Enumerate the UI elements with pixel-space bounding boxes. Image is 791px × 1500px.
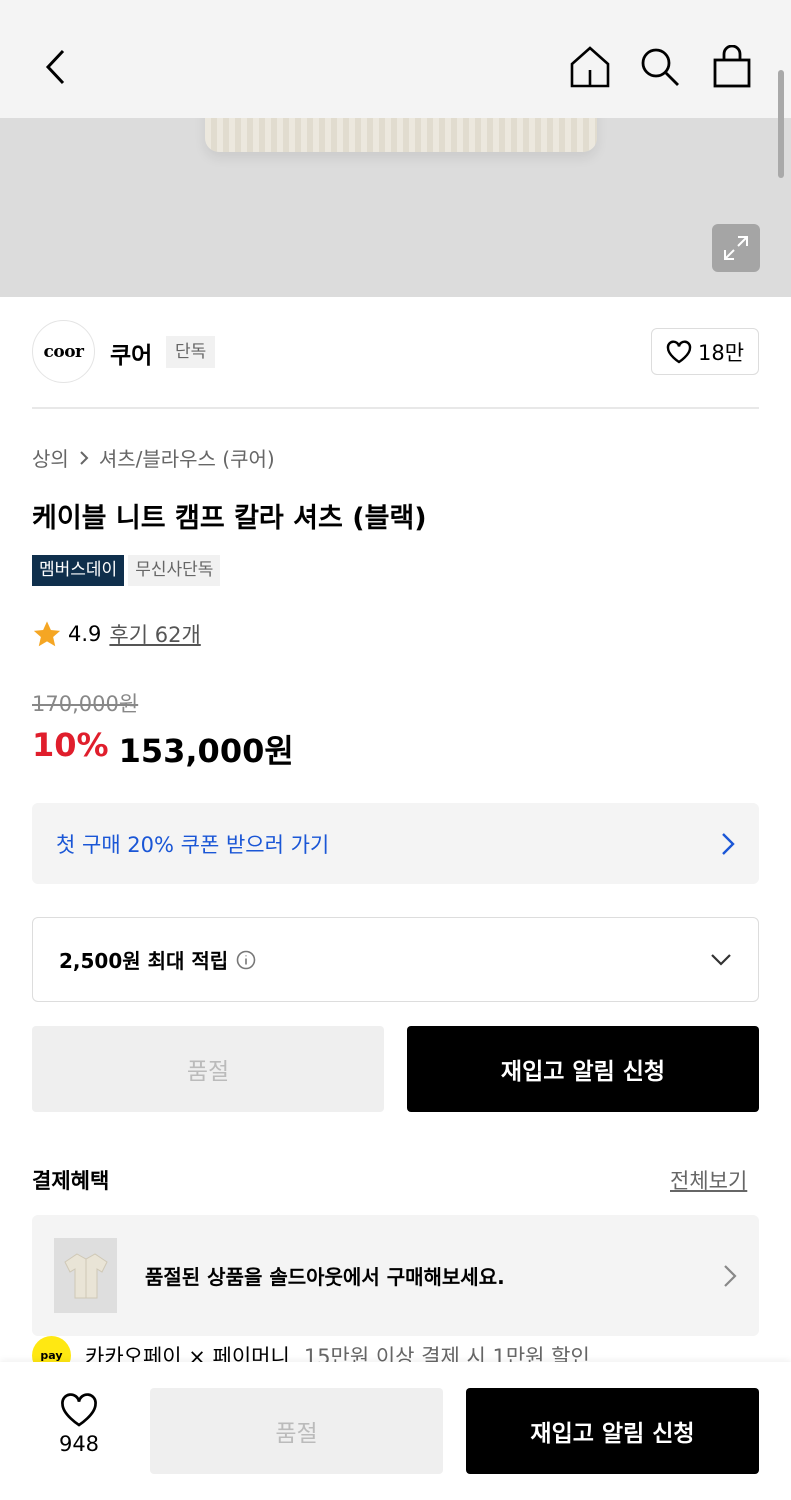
heart-icon	[666, 340, 692, 363]
breadcrumb: 상의 셔츠/블라우스 (쿠어)	[32, 443, 275, 472]
heart-icon	[61, 1393, 97, 1427]
points-dropdown[interactable]: 2,500원 최대 적립	[32, 917, 759, 1002]
shopping-bag-icon[interactable]	[709, 40, 755, 94]
star-icon	[33, 620, 61, 646]
review-link[interactable]: 후기 62개	[109, 619, 200, 649]
coupon-label: 첫 구매 20% 쿠폰 받으러 가기	[56, 832, 330, 857]
info-icon[interactable]	[236, 950, 256, 970]
chevron-right-icon	[722, 832, 735, 855]
chevron-down-icon	[711, 953, 731, 966]
divider	[32, 407, 759, 409]
product-thumbnail	[54, 1238, 117, 1313]
bottom-sold-out-button[interactable]: 품절	[150, 1388, 443, 1474]
brand-logo[interactable]: coor	[32, 320, 95, 383]
price-row: 10% 153,000원	[32, 726, 294, 772]
brand-like-count: 18만	[697, 340, 745, 365]
brand-like-button[interactable]: 18만	[651, 328, 759, 375]
bottom-restock-alert-button[interactable]: 재입고 알림 신청	[466, 1388, 759, 1474]
home-icon[interactable]	[567, 40, 613, 94]
rating-score: 4.9	[68, 622, 102, 646]
chevron-right-icon	[80, 450, 89, 465]
exclusive-badge: 무신사단독	[128, 555, 221, 586]
discount-rate: 10%	[32, 726, 109, 764]
view-all-link[interactable]: 전체보기	[670, 1165, 747, 1195]
first-purchase-coupon-banner[interactable]: 첫 구매 20% 쿠폰 받으러 가기	[32, 803, 759, 884]
scrollbar[interactable]	[778, 70, 784, 178]
soldout-banner-text: 품절된 상품을 솔드아웃에서 구매해보세요.	[145, 1265, 505, 1289]
sold-out-button[interactable]: 품절	[32, 1026, 384, 1112]
product-badges: 멤버스데이 무신사단독	[32, 555, 221, 586]
rating: 4.9 후기 62개	[32, 619, 201, 649]
brand-name[interactable]: 쿠어	[110, 336, 152, 370]
original-price: 170,000원	[32, 692, 139, 716]
chevron-left-icon[interactable]	[32, 40, 78, 94]
payment-benefits-title: 결제혜택	[32, 1169, 110, 1193]
wishlist-button[interactable]: 948	[40, 1392, 118, 1456]
search-icon[interactable]	[637, 40, 683, 94]
members-day-badge: 멤버스데이	[32, 555, 125, 586]
soldout-banner[interactable]: 품절된 상품을 솔드아웃에서 구매해보세요.	[32, 1215, 759, 1336]
sale-price: 153,000원	[118, 732, 294, 770]
breadcrumb-category[interactable]: 상의	[32, 443, 69, 472]
points-label: 2,500원 최대 적립	[59, 949, 229, 973]
expand-icon[interactable]	[712, 224, 760, 272]
chevron-right-icon	[724, 1264, 737, 1287]
brand-exclusive-tag: 단독	[166, 336, 216, 368]
breadcrumb-subcategory[interactable]: 셔츠/블라우스 (쿠어)	[99, 443, 275, 472]
wishlist-count: 948	[58, 1432, 100, 1456]
restock-alert-button[interactable]: 재입고 알림 신청	[407, 1026, 759, 1112]
product-title: 케이블 니트 캠프 칼라 셔츠 (블랙)	[32, 503, 427, 534]
top-navigation-bar	[0, 0, 791, 118]
